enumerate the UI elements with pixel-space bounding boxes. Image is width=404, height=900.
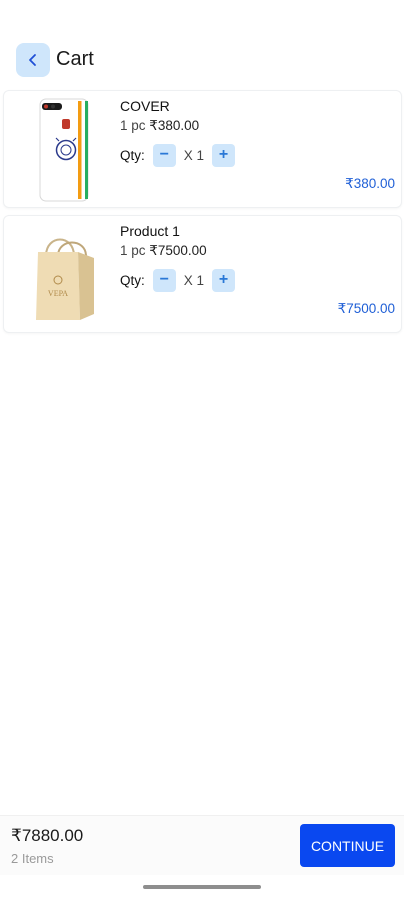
product-unit: 1 pc bbox=[120, 243, 146, 258]
chevron-left-icon bbox=[29, 54, 36, 66]
header: Cart bbox=[0, 40, 404, 80]
item-count: 2 Items bbox=[11, 851, 54, 866]
product-price: ₹380.00 bbox=[149, 118, 200, 133]
phone-cover-image bbox=[39, 98, 89, 202]
quantity-stepper: Qty: − X 1 + bbox=[120, 268, 236, 292]
cart-total: ₹7880.00 bbox=[11, 826, 84, 845]
checkout-footer: ₹7880.00 2 Items CONTINUE bbox=[0, 815, 404, 875]
cart-item: COVER 1 pc ₹380.00 Qty: − X 1 + ₹380.00 bbox=[3, 90, 402, 208]
qty-value: X 1 bbox=[183, 147, 205, 163]
continue-button[interactable]: CONTINUE bbox=[300, 824, 395, 867]
product-meta: 1 pc ₹380.00 bbox=[120, 118, 199, 134]
home-indicator[interactable] bbox=[143, 885, 261, 889]
back-button[interactable] bbox=[16, 43, 50, 77]
decrease-qty-button[interactable]: − bbox=[152, 143, 176, 167]
increase-qty-button[interactable]: + bbox=[212, 143, 236, 167]
line-total: ₹7500.00 bbox=[337, 301, 395, 316]
decrease-qty-button[interactable]: − bbox=[152, 268, 176, 292]
increase-qty-button[interactable]: + bbox=[212, 268, 236, 292]
cart-item: VEPA Product 1 1 pc ₹7500.00 Qty: − X 1 … bbox=[3, 215, 402, 333]
product-name: Product 1 bbox=[120, 223, 180, 239]
product-meta: 1 pc ₹7500.00 bbox=[120, 243, 207, 259]
page-title: Cart bbox=[56, 48, 94, 70]
product-price: ₹7500.00 bbox=[149, 243, 207, 258]
shopping-bag-image: VEPA bbox=[36, 238, 94, 320]
bag-brand-text: VEPA bbox=[48, 289, 68, 298]
product-name: COVER bbox=[120, 98, 170, 114]
line-total: ₹380.00 bbox=[345, 176, 395, 191]
qty-value: X 1 bbox=[183, 272, 205, 288]
product-unit: 1 pc bbox=[120, 118, 146, 133]
quantity-stepper: Qty: − X 1 + bbox=[120, 143, 236, 167]
qty-label: Qty: bbox=[120, 272, 145, 288]
qty-label: Qty: bbox=[120, 147, 145, 163]
